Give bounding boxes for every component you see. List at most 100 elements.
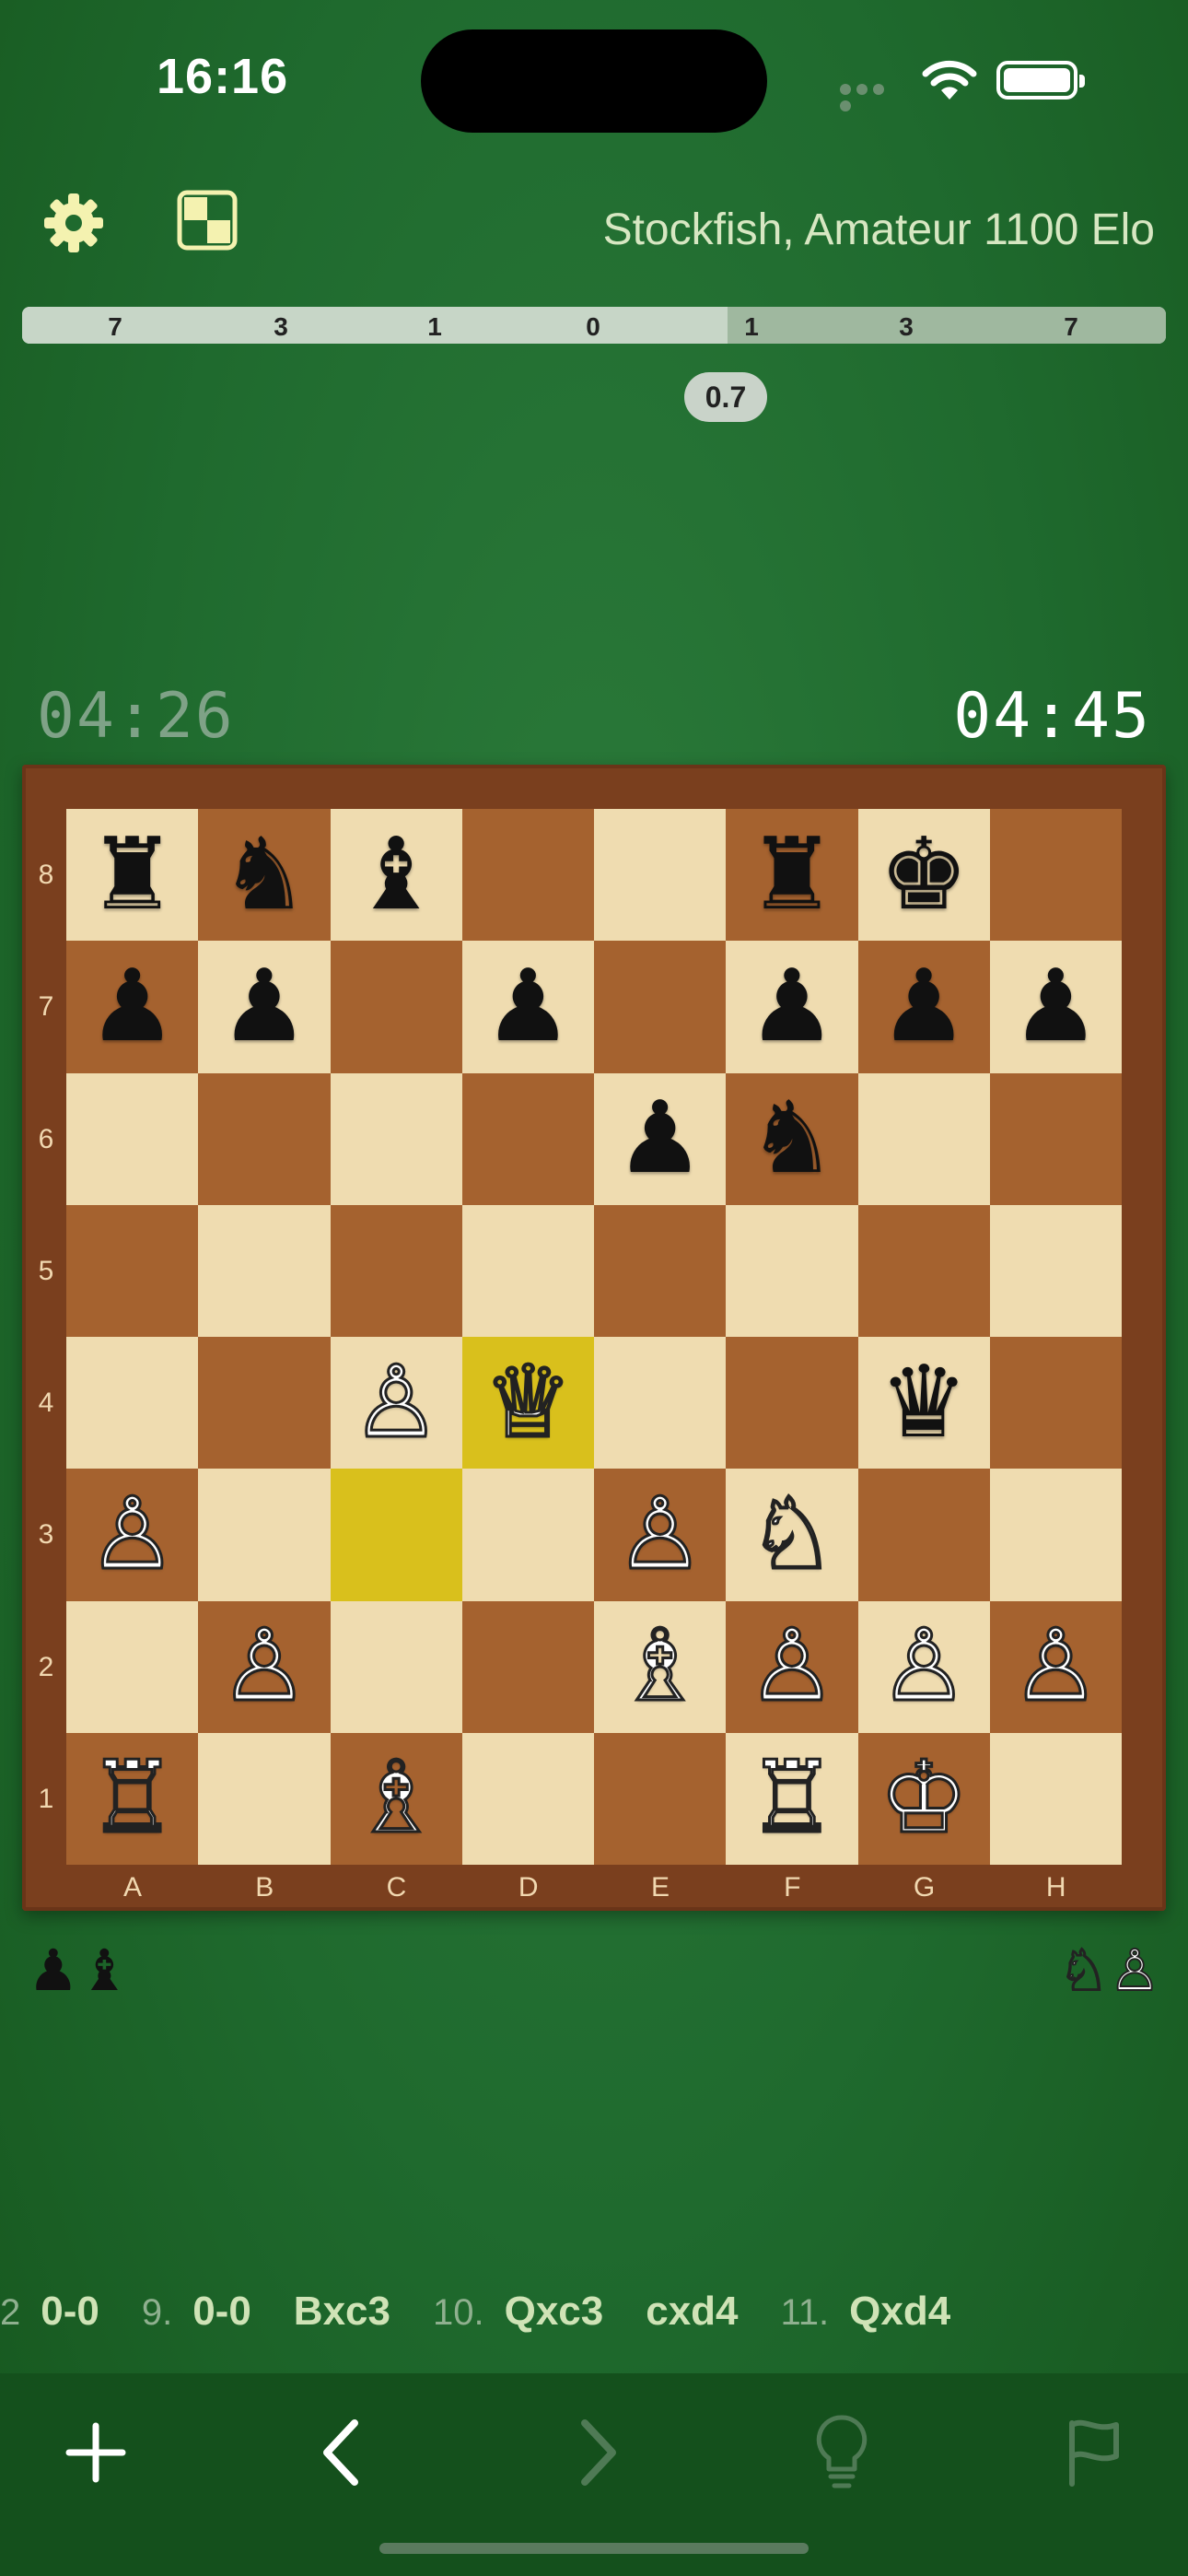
square-g6[interactable] [857,1072,990,1205]
engine-label[interactable]: Stockfish, Amateur 1100 Elo [603,205,1155,255]
square-d7[interactable]: ♟ [461,941,594,1073]
chess-piece[interactable]: ♖ [87,1747,179,1849]
square-d5[interactable] [461,1204,594,1337]
square-d4[interactable]: ♕ [461,1337,594,1469]
square-f4[interactable] [726,1337,858,1469]
square-c4[interactable]: ♙ [330,1337,462,1469]
square-g5[interactable] [857,1204,990,1337]
chess-piece[interactable]: ♝ [352,825,441,925]
chess-piece[interactable]: ♟ [219,956,309,1057]
chess-piece[interactable]: ♗ [350,1747,442,1849]
square-c8[interactable]: ♝ [330,809,462,942]
move-entry[interactable]: Qxd4 [849,2289,950,2334]
lightbulb-icon[interactable] [796,2406,888,2499]
square-e6[interactable]: ♟ [594,1072,727,1205]
chess-piece[interactable]: ♟ [1011,956,1101,1057]
move-entry[interactable]: cxd4 [646,2289,738,2334]
move-entry[interactable]: 0-0 [192,2289,251,2334]
flag-icon[interactable] [1048,2406,1140,2499]
chess-piece[interactable]: ♟ [747,956,836,1057]
square-g1[interactable]: ♔ [857,1732,990,1865]
chess-piece[interactable]: ♚ [879,825,969,925]
square-d8[interactable] [461,809,594,942]
chess-piece[interactable]: ♘ [746,1483,838,1586]
square-c1[interactable]: ♗ [330,1732,462,1865]
square-g3[interactable] [857,1469,990,1601]
chess-piece[interactable]: ♙ [218,1615,310,1717]
forward-chevron-icon[interactable] [553,2406,645,2499]
square-a8[interactable]: ♜ [66,809,199,942]
square-d1[interactable] [461,1732,594,1865]
square-b2[interactable]: ♙ [198,1600,331,1733]
home-indicator[interactable] [379,2543,809,2554]
chess-piece[interactable]: ♙ [878,1615,970,1717]
chess-piece[interactable]: ♛ [879,1352,969,1453]
square-c7[interactable] [330,941,462,1073]
square-a1[interactable]: ♖ [66,1732,199,1865]
square-b5[interactable] [198,1204,331,1337]
chess-piece[interactable]: ♙ [87,1483,179,1586]
square-b8[interactable]: ♞ [198,809,331,942]
chess-piece[interactable]: ♙ [614,1483,706,1586]
square-e3[interactable]: ♙ [594,1469,727,1601]
chess-piece[interactable]: ♟ [483,956,573,1057]
square-f6[interactable]: ♞ [726,1072,858,1205]
square-h5[interactable] [989,1204,1122,1337]
square-f7[interactable]: ♟ [726,941,858,1073]
square-e2[interactable]: ♗ [594,1600,727,1733]
square-f8[interactable]: ♜ [726,809,858,942]
square-e7[interactable] [594,941,727,1073]
square-a6[interactable] [66,1072,199,1205]
move-entry[interactable]: Bxc3 [294,2289,390,2334]
square-g4[interactable]: ♛ [857,1337,990,1469]
square-h1[interactable] [989,1732,1122,1865]
square-d2[interactable] [461,1600,594,1733]
square-f1[interactable]: ♖ [726,1732,858,1865]
settings-gear-icon[interactable] [41,190,107,261]
move-entry[interactable]: Qxc3 [505,2289,604,2334]
back-chevron-icon[interactable] [295,2406,387,2499]
square-a3[interactable]: ♙ [66,1469,199,1601]
chess-piece[interactable]: ♙ [1009,1615,1101,1717]
square-a4[interactable] [66,1337,199,1469]
square-g7[interactable]: ♟ [857,941,990,1073]
square-f5[interactable] [726,1204,858,1337]
board-style-icon[interactable] [177,190,238,255]
square-g8[interactable]: ♚ [857,809,990,942]
square-h4[interactable] [989,1337,1122,1469]
square-a7[interactable]: ♟ [66,941,199,1073]
chess-piece[interactable]: ♖ [746,1747,838,1849]
square-h6[interactable] [989,1072,1122,1205]
chess-piece[interactable]: ♟ [615,1089,705,1188]
square-a5[interactable] [66,1204,199,1337]
square-e1[interactable] [594,1732,727,1865]
square-b3[interactable] [198,1469,331,1601]
chess-piece[interactable]: ♜ [87,825,177,925]
chess-piece[interactable]: ♔ [878,1747,970,1849]
square-a2[interactable] [66,1600,199,1733]
square-c5[interactable] [330,1204,462,1337]
move-list[interactable]: 2 0-0 9. 0-0 Bxc3 10. Qxc3 cxd4 11. Qxd4 [0,2289,993,2335]
square-c2[interactable] [330,1600,462,1733]
plus-icon[interactable] [50,2406,142,2499]
square-d6[interactable] [461,1072,594,1205]
chess-piece[interactable]: ♟ [879,956,969,1057]
chess-piece[interactable]: ♜ [747,825,836,925]
square-h2[interactable]: ♙ [989,1600,1122,1733]
square-f2[interactable]: ♙ [726,1600,858,1733]
chess-piece[interactable]: ♕ [482,1352,574,1454]
chess-piece[interactable]: ♙ [746,1615,838,1717]
square-h8[interactable] [989,809,1122,942]
chess-piece[interactable]: ♞ [219,825,309,925]
square-c6[interactable] [330,1072,462,1205]
square-b7[interactable]: ♟ [198,941,331,1073]
chess-board[interactable]: ♜ ♞ ♝ ♜ ♚ ♟ ♟ ♟ ♟ ♟ ♟ ♟ ♞ ♙ ♕ ♛ ♙ ♙ ♘ ♙ ♗ ♙ ♙ ♙ ♖ ♗ ♖ ♔ [66,809,1122,1865]
square-h7[interactable]: ♟ [989,941,1122,1073]
square-d3[interactable] [461,1469,594,1601]
square-f3[interactable]: ♘ [726,1469,858,1601]
square-e4[interactable] [594,1337,727,1469]
chess-piece[interactable]: ♟ [87,956,177,1057]
chess-piece[interactable]: ♞ [747,1089,836,1188]
square-g2[interactable]: ♙ [857,1600,990,1733]
square-c3[interactable] [330,1469,462,1601]
